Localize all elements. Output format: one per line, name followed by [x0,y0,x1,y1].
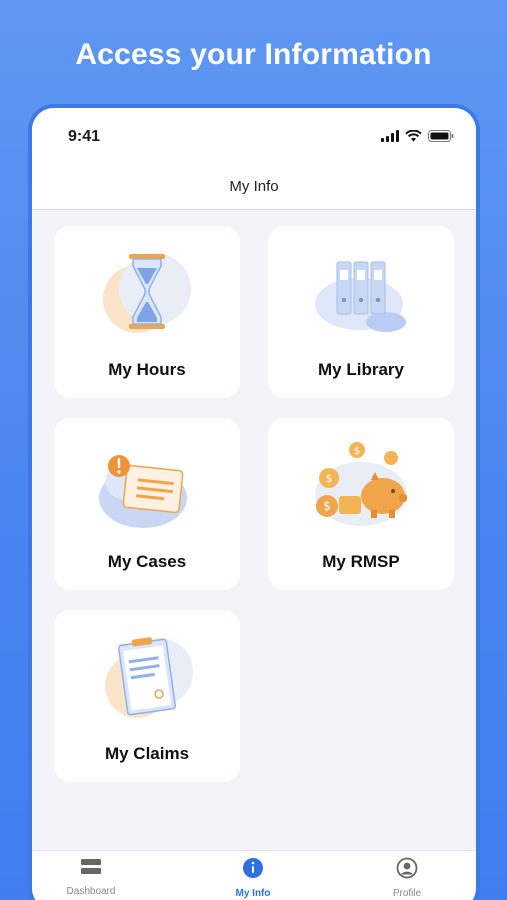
tab-label: Profile [392,888,422,899]
svg-text:$: $ [323,499,331,513]
status-icons [381,130,454,142]
card-label: My Library [318,360,404,379]
status-time: 9:41 [68,128,101,145]
nav-bar: My Info [32,166,476,210]
status-bar: 9:41 [32,108,476,166]
svg-text:$: $ [326,472,333,485]
tab-label: Dashboard [66,886,116,897]
card-label: My Hours [108,360,186,379]
cellular-signal-icon [381,130,399,142]
info-icon [243,858,263,878]
dashboard-icon [81,859,101,874]
tab-label: My Info [235,888,271,899]
clipboard-icon [105,637,193,718]
headline: Access your Information [75,38,432,71]
card-my-cases[interactable]: My Cases [54,418,240,590]
piggy-bank-icon: $ $ $ [315,442,407,526]
card-my-library[interactable]: My Library [268,226,454,398]
page-title: My Info [229,178,279,195]
wifi-icon [405,130,422,142]
phone-screen: 9:41 My Info My Hours My Library My Case… [32,108,476,900]
tab-my-info[interactable]: My Info [198,857,308,899]
hourglass-icon [103,253,191,333]
tab-dashboard[interactable]: Dashboard [36,857,146,897]
card-my-rmsp[interactable]: $ $ $ My RMSP [268,418,454,590]
case-alert-icon [99,455,187,528]
card-label: My Claims [104,744,190,763]
binders-icon [315,261,406,332]
card-my-hours[interactable]: My Hours [54,226,240,398]
phone-frame: 9:41 My Info My Hours My Library My Case… [28,104,480,900]
card-label: My RMSP [322,552,400,571]
card-label: My Cases [107,552,187,571]
svg-text:$: $ [354,446,360,457]
profile-icon [396,857,418,879]
tab-profile[interactable]: Profile [352,857,462,899]
card-my-claims[interactable]: My Claims [54,610,240,782]
battery-icon [428,130,454,142]
tab-bar: Dashboard My Info Profile [32,850,476,900]
